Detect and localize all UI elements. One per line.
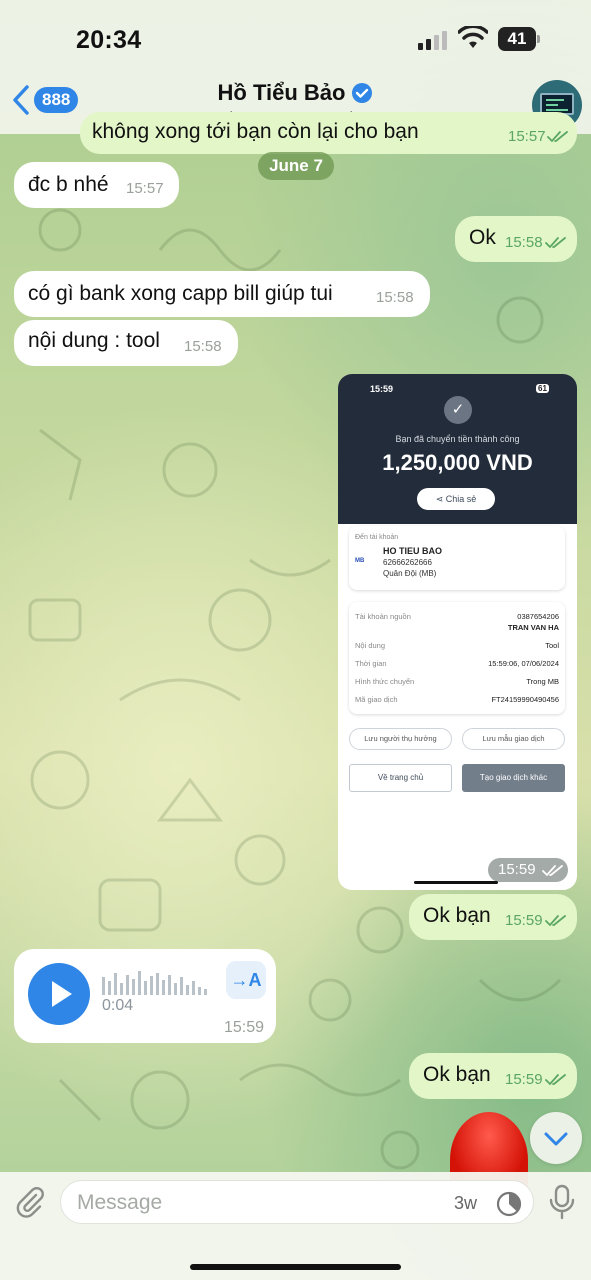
voice-waveform	[102, 971, 207, 995]
detail-label: Tài khoản nguồn	[355, 612, 411, 621]
detail-label: Mã giao dịch	[355, 695, 398, 704]
share-icon: ⋖	[435, 494, 446, 504]
double-check-icon	[545, 915, 566, 927]
message-bubble-incoming[interactable]: nội dung : tool 15:58	[14, 320, 238, 366]
message-time: 15:59	[498, 861, 536, 878]
receipt-status-time: 15:59	[370, 384, 394, 394]
message-bubble-outgoing[interactable]: Ok bạn 15:59	[409, 894, 577, 940]
receipt-battery: 61	[536, 384, 549, 393]
message-time: 15:59	[505, 912, 543, 929]
image-message[interactable]: 15:59 61 ✓ Bạn đã chuyển tiền thành công…	[338, 374, 577, 890]
message-bubble-outgoing[interactable]: Ok 15:58	[455, 216, 577, 262]
message-bubble-incoming[interactable]: có gì bank xong capp bill giúp tui 15:58	[14, 271, 430, 317]
image-time-chip: 15:59	[488, 858, 568, 882]
cellular-signal-icon	[418, 31, 447, 50]
voice-message[interactable]: 0:04 →A 15:59	[14, 949, 276, 1043]
double-check-icon	[545, 1074, 566, 1086]
message-time: 15:58	[184, 338, 222, 355]
detail-label: Nội dung	[355, 641, 386, 650]
receipt-details-card: Tài khoản nguồn 0387654206 TRAN VAN HA N…	[349, 602, 565, 714]
checkmark-icon: ✓	[444, 396, 472, 424]
message-text: có gì bank xong capp bill giúp tui	[28, 282, 333, 305]
transcribe-button[interactable]: →A	[226, 961, 266, 999]
message-placeholder: Message	[77, 1191, 163, 1214]
detail-label: Hình thức chuyển	[355, 677, 415, 686]
auto-delete-timer-label: 3w	[454, 1193, 478, 1213]
play-icon	[52, 981, 72, 1007]
share-label: Chia sẻ	[445, 494, 477, 504]
message-input-bar: Message 3w	[0, 1172, 591, 1280]
receipt-header: 15:59 61 ✓ Bạn đã chuyển tiền thành công…	[338, 374, 577, 524]
message-text: đc b nhé	[28, 173, 109, 196]
scroll-down-button[interactable]	[530, 1112, 582, 1164]
message-text: Ok bạn	[423, 904, 491, 927]
status-time: 20:34	[76, 26, 142, 54]
receipt-new-transaction-button: Tạo giao dịch khác	[462, 764, 565, 792]
wifi-icon	[458, 26, 488, 48]
double-check-icon	[545, 237, 566, 249]
auto-delete-timer-icon[interactable]	[495, 1190, 523, 1218]
message-bubble-outgoing[interactable]: Ok bạn 15:59	[409, 1053, 577, 1099]
message-text: Ok bạn	[423, 1063, 491, 1086]
detail-value: 15:59:06, 07/06/2024	[488, 659, 559, 668]
save-template-pill: Lưu mẫu giao dịch	[462, 728, 565, 750]
detail-value: TRAN VAN HA	[507, 623, 559, 632]
receipt-share-button: ⋖ Chia sẻ	[417, 488, 495, 510]
message-time: 15:57	[126, 180, 164, 197]
message-text: nội dung : tool	[28, 329, 160, 352]
message-time: 15:59	[224, 1019, 265, 1036]
recipient-name: HO TIEU BAO	[383, 546, 443, 556]
message-time: 15:58	[505, 234, 543, 251]
receipt-amount: 1,250,000 VND	[382, 450, 533, 475]
detail-value: Tool	[545, 641, 559, 650]
message-input[interactable]: Message 3w	[60, 1180, 534, 1224]
recipient-bank: Quân Đội (MB)	[383, 569, 437, 578]
receipt-success-text: Bạn đã chuyển tiền thành công	[395, 434, 520, 444]
mb-bank-logo: MB	[355, 558, 365, 564]
detail-label: Thời gian	[355, 659, 387, 668]
message-bubble-incoming[interactable]: đc b nhé 15:57	[14, 162, 179, 208]
message-text: Ok	[469, 226, 496, 249]
status-bar: 20:34 41	[0, 0, 591, 78]
double-check-icon	[542, 865, 563, 877]
to-account-label: Đến tài khoản	[355, 534, 399, 541]
recipient-account: 62666262666	[383, 558, 432, 567]
play-button[interactable]	[28, 963, 90, 1025]
save-recipient-pill: Lưu người thụ hưởng	[349, 728, 452, 750]
voice-duration: 0:04	[102, 997, 134, 1014]
message-time: 15:58	[376, 289, 414, 306]
receipt-home-indicator	[414, 881, 498, 884]
battery-icon: 41	[498, 27, 540, 51]
chevron-down-icon	[544, 1132, 568, 1146]
home-indicator	[190, 1264, 401, 1270]
attach-icon[interactable]	[14, 1186, 46, 1218]
date-separator: June 7	[258, 152, 334, 180]
receipt-home-button: Về trang chủ	[349, 764, 452, 792]
battery-level: 41	[498, 27, 536, 51]
microphone-icon[interactable]	[548, 1184, 576, 1220]
message-time: 15:59	[505, 1071, 543, 1088]
detail-value: 0387654206	[517, 612, 559, 621]
receipt-recipient-card: Đến tài khoản MB HO TIEU BAO 62666262666…	[349, 526, 565, 590]
detail-value: Trong MB	[526, 677, 559, 686]
detail-value: FT24159990490456	[491, 695, 559, 704]
